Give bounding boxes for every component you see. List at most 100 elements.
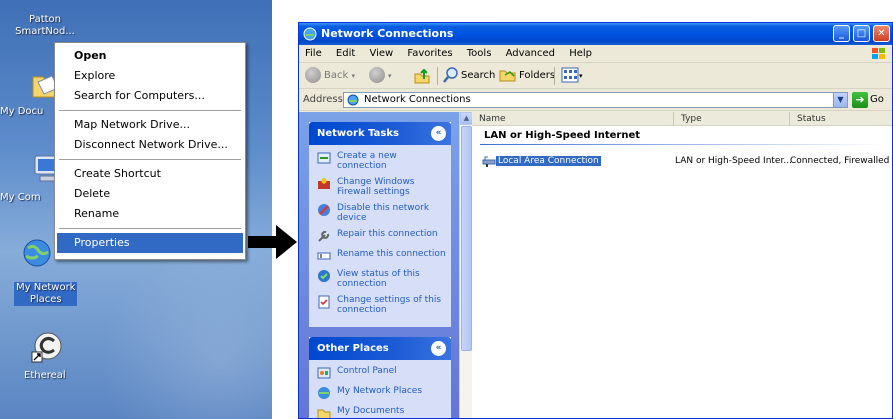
task-create-new-connection[interactable]: Create a new connection	[317, 151, 447, 171]
maximize-button[interactable]: □	[853, 25, 870, 42]
desktop-icon-label: My Network Places	[14, 282, 78, 306]
address-dropdown-button[interactable]: ▼	[833, 93, 847, 107]
connection-name-label: Local Area Connection	[496, 156, 601, 166]
content-area: Network Tasks « Create a new connection …	[299, 112, 892, 418]
network-tasks-section: Network Tasks « Create a new connection …	[309, 122, 451, 327]
other-places-header[interactable]: Other Places «	[309, 337, 451, 360]
menu-item-search-for-computers[interactable]: Search for Computers...	[57, 86, 243, 106]
other-places-title: Other Places	[317, 343, 389, 354]
network-tasks-list: Create a new connection Change Windows F…	[309, 145, 451, 327]
menu-favorites[interactable]: Favorites	[407, 48, 452, 59]
rename-icon	[317, 252, 331, 260]
collapse-chevron-icon[interactable]: «	[431, 341, 446, 356]
back-button[interactable]: Back ▾	[305, 67, 355, 85]
menu-view[interactable]: View	[369, 48, 393, 59]
desktop-icon-label: My Docu	[0, 106, 44, 117]
go-button[interactable]: ➜ Go	[852, 92, 884, 108]
address-label: Address	[303, 94, 343, 105]
menu-help[interactable]: Help	[569, 48, 592, 59]
menu-item-properties[interactable]: Properties	[57, 233, 243, 253]
task-repair-connection[interactable]: Repair this connection	[317, 229, 447, 243]
search-button[interactable]: Search	[443, 67, 495, 85]
task-pane-scrollbar[interactable]: ▲	[459, 112, 473, 418]
toolbar: Back ▾ ▾ Search Folders ▾	[299, 63, 892, 89]
context-menu: Open Explore Search for Computers... Map…	[54, 42, 246, 260]
disable-device-icon	[318, 204, 330, 216]
network-connections-window: Network Connections _ □ ✕ File Edit View…	[298, 22, 893, 419]
task-change-firewall-settings[interactable]: Change Windows Firewall settings	[317, 177, 447, 197]
column-header-type[interactable]: Type	[674, 112, 790, 126]
menu-edit[interactable]: Edit	[336, 48, 355, 59]
desktop-icon-ethereal[interactable]: Ethereal	[0, 330, 90, 381]
folders-icon	[499, 70, 516, 82]
close-button[interactable]: ✕	[873, 25, 890, 42]
list-item[interactable]: Local Area Connection LAN or High-Speed …	[472, 154, 892, 168]
folders-label: Folders	[519, 70, 556, 81]
place-my-documents[interactable]: My Documents	[317, 406, 447, 418]
menu-file[interactable]: File	[305, 48, 322, 59]
desktop-icon-patton-smartnode[interactable]: Patton SmartNod...	[0, 14, 90, 38]
collapse-chevron-icon[interactable]: «	[431, 126, 446, 141]
task-pane: Network Tasks « Create a new connection …	[299, 112, 459, 418]
desktop-icon-label: Ethereal	[24, 370, 66, 381]
folder-icon	[317, 409, 331, 418]
menu-separator	[59, 159, 241, 160]
menu-separator	[59, 228, 241, 229]
folders-button[interactable]: Folders	[499, 67, 555, 85]
desktop-icon-label: Patton SmartNod...	[15, 14, 75, 37]
up-folder-icon	[414, 68, 430, 84]
menu-item-explore[interactable]: Explore	[57, 66, 243, 86]
scroll-thumb[interactable]	[461, 126, 472, 351]
menu-bar: File Edit View Favorites Tools Advanced …	[299, 45, 892, 63]
task-label: Repair this connection	[337, 229, 438, 239]
new-connection-icon	[317, 152, 331, 164]
place-control-panel[interactable]: Control Panel	[317, 366, 447, 380]
network-connections-icon	[347, 94, 359, 106]
chevron-down-icon: ▾	[351, 72, 355, 80]
minimize-button[interactable]: _	[833, 25, 850, 42]
menu-item-create-shortcut[interactable]: Create Shortcut	[57, 164, 243, 184]
up-folder-button[interactable]	[413, 67, 431, 85]
settings-document-icon	[318, 295, 330, 309]
network-globe-icon	[318, 387, 330, 399]
other-places-list: Control Panel My Network Places My Docum…	[309, 360, 451, 418]
column-header-status[interactable]: Status	[790, 112, 892, 126]
task-label: Disable this network device	[337, 203, 430, 223]
address-input[interactable]: Network Connections ▼	[343, 92, 848, 108]
menu-advanced[interactable]: Advanced	[506, 48, 555, 59]
menu-item-rename[interactable]: Rename	[57, 204, 243, 224]
lan-connection-icon	[482, 156, 496, 167]
menu-item-map-network-drive[interactable]: Map Network Drive...	[57, 115, 243, 135]
task-change-settings[interactable]: Change settings of this connection	[317, 295, 447, 315]
network-connections-icon	[303, 27, 317, 41]
chevron-down-icon: ▾	[388, 72, 392, 80]
menu-tools[interactable]: Tools	[467, 48, 492, 59]
column-header-name[interactable]: Name	[472, 112, 674, 126]
list-header: Name Type Status	[472, 112, 892, 126]
right-arrow-icon	[248, 225, 297, 259]
views-button[interactable]: ▾	[561, 67, 583, 85]
chevron-down-icon: ▾	[579, 72, 583, 80]
menu-item-open[interactable]: Open	[57, 46, 243, 66]
task-disable-network-device[interactable]: Disable this network device	[317, 203, 447, 223]
forward-button[interactable]: ▾	[369, 67, 392, 85]
task-label: Create a new connection	[337, 151, 397, 171]
menu-item-delete[interactable]: Delete	[57, 184, 243, 204]
menu-item-disconnect-network-drive[interactable]: Disconnect Network Drive...	[57, 135, 243, 155]
connection-type: LAN or High-Speed Inter...	[675, 156, 792, 166]
place-label: Control Panel	[337, 366, 397, 376]
toolbar-separator	[437, 67, 438, 85]
connection-name[interactable]: Local Area Connection	[482, 154, 601, 168]
network-tasks-title: Network Tasks	[317, 128, 399, 139]
group-header: LAN or High-Speed Internet	[484, 130, 641, 141]
task-rename-connection[interactable]: Rename this connection	[317, 249, 447, 263]
network-tasks-header[interactable]: Network Tasks «	[309, 122, 451, 145]
desktop: Patton SmartNod... My Docu My Com My Net…	[0, 0, 272, 419]
place-my-network-places[interactable]: My Network Places	[317, 386, 447, 400]
network-globe-icon	[23, 239, 51, 267]
title-bar[interactable]: Network Connections _ □ ✕	[299, 23, 892, 45]
connection-status: Connected, Firewalled	[790, 156, 890, 166]
search-icon	[443, 67, 458, 83]
task-view-status[interactable]: View status of this connection	[317, 269, 447, 289]
task-label: Change Windows Firewall settings	[337, 177, 415, 197]
